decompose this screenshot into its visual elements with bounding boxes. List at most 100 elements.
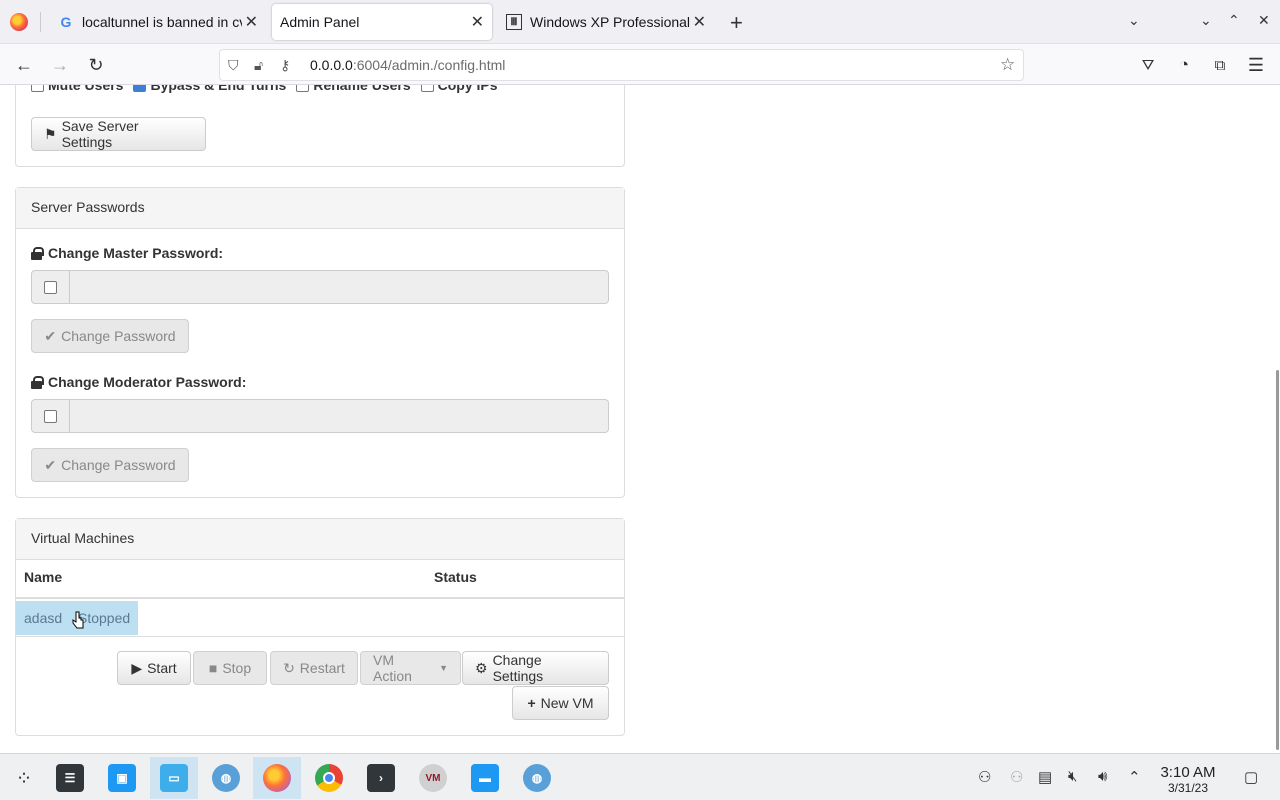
- app-launcher[interactable]: ⁘: [0, 757, 48, 799]
- panel-heading: Virtual Machines: [16, 519, 624, 560]
- rename-users-checkbox[interactable]: [296, 85, 310, 92]
- taskbar-chrome[interactable]: [305, 757, 353, 799]
- master-password-input[interactable]: [70, 270, 609, 304]
- close-tab-icon[interactable]: ✕: [471, 12, 484, 32]
- new-tab-button[interactable]: +: [730, 10, 743, 36]
- lock-icon: [31, 247, 44, 260]
- checkbox-label: Rename Users: [313, 85, 411, 93]
- button-label: VM Action: [373, 652, 412, 684]
- insecure-lock-icon[interactable]: 🔓︎: [254, 57, 263, 74]
- server-passwords-panel: Server Passwords Change Master Password:…: [15, 187, 625, 498]
- launcher-icon: ⁘: [15, 767, 33, 790]
- clock-time: 3:10 AM: [1160, 764, 1216, 781]
- globe-icon: ◍: [212, 764, 240, 792]
- button-label: Change Password: [61, 328, 176, 344]
- chrome-icon: [315, 764, 343, 792]
- restart-vm-button[interactable]: ↻ Restart: [270, 651, 358, 685]
- url-host: 0.0.0.0: [310, 57, 353, 73]
- moderator-password-addon: [31, 399, 70, 433]
- account-icon[interactable]: ◔: [1172, 53, 1196, 77]
- key-icon[interactable]: ⚷: [280, 57, 290, 74]
- stop-icon: ■: [208, 660, 218, 676]
- menu-icon[interactable]: ☰: [1244, 53, 1268, 77]
- moderator-password-input[interactable]: [70, 399, 609, 433]
- user-icon[interactable]: ⚇: [978, 768, 991, 786]
- page-scrollbar[interactable]: [1276, 370, 1279, 750]
- tab-title: localtunnel is banned in cv: [82, 14, 242, 30]
- stop-vm-button[interactable]: ■ Stop: [193, 651, 267, 685]
- moderator-password-checkbox[interactable]: [44, 409, 57, 423]
- master-password-addon: [31, 270, 70, 304]
- tab-localtunnel[interactable]: G localtunnel is banned in cv ✕: [50, 4, 266, 40]
- lock-icon: [31, 376, 44, 389]
- url-bar[interactable]: ⛉ 🔓︎ ⚷ 0.0.0.0:6004/admin./config.html ☆: [219, 49, 1024, 81]
- gear-icon: ⚙: [475, 659, 488, 676]
- clipboard-icon[interactable]: ▤: [1038, 768, 1052, 786]
- folder-icon: ▬: [471, 764, 499, 792]
- url-text[interactable]: 0.0.0.0:6004/admin./config.html: [310, 57, 505, 73]
- taskbar-vmware[interactable]: VM: [409, 757, 457, 799]
- taskbar-file-manager[interactable]: ▭: [150, 757, 198, 799]
- mute-users-checkbox[interactable]: [31, 85, 44, 92]
- close-tab-icon[interactable]: ✕: [245, 12, 258, 32]
- taskbar-firefox[interactable]: [253, 757, 301, 799]
- navigation-bar: ← → ↻ ⛉ 🔓︎ ⚷ 0.0.0.0:6004/admin./config.…: [0, 44, 1280, 85]
- globe-icon: ◍: [523, 764, 551, 792]
- firefox-view-icon[interactable]: [10, 13, 28, 31]
- maximize-icon[interactable]: ⌃: [1228, 12, 1240, 29]
- extensions-icon[interactable]: ⧉: [1208, 53, 1232, 77]
- taskbar-network[interactable]: ◍: [202, 757, 250, 799]
- bookmark-star-icon[interactable]: ☆: [1000, 55, 1015, 75]
- taskbar-folder[interactable]: ▬: [461, 757, 509, 799]
- taskbar-settings[interactable]: ☰: [46, 757, 94, 799]
- clock[interactable]: 3:10 AM 3/31/23: [1152, 764, 1224, 795]
- bypass-end-turns-checkbox[interactable]: [133, 85, 147, 92]
- user-switch-icon[interactable]: ⚇: [1010, 768, 1023, 786]
- table-row[interactable]: adasd Stopped: [16, 599, 624, 637]
- change-master-password-button[interactable]: ✔ Change Password: [31, 319, 189, 353]
- label-text: Change Master Password:: [48, 245, 224, 261]
- forward-icon[interactable]: →: [48, 53, 72, 77]
- start-vm-button[interactable]: ▶ Start: [117, 651, 191, 685]
- tab-separator: [40, 12, 41, 32]
- back-icon[interactable]: ←: [12, 53, 36, 77]
- rename-users-option[interactable]: Rename Users: [296, 85, 411, 93]
- taskbar-store[interactable]: ▣: [98, 757, 146, 799]
- minimize-icon[interactable]: ⌄: [1200, 12, 1212, 29]
- close-tab-icon[interactable]: ✕: [693, 12, 706, 32]
- master-password-checkbox[interactable]: [44, 280, 57, 294]
- list-all-tabs-icon[interactable]: ⌄: [1128, 12, 1140, 29]
- save-server-settings-button[interactable]: ⚑ Save Server Settings: [31, 117, 206, 151]
- vm-app-icon: VM: [419, 764, 447, 792]
- volume-icon[interactable]: 🔊︎: [1098, 768, 1107, 785]
- vm-name-cell[interactable]: adasd: [24, 610, 62, 626]
- tab-windows-xp[interactable]: Ⅲ Windows XP Professional ✕: [498, 4, 714, 40]
- checkbox-label: Bypass & End Turns: [150, 85, 287, 93]
- reload-icon[interactable]: ↻: [84, 53, 108, 77]
- terminal-icon: ›: [367, 764, 395, 792]
- taskbar-network-2[interactable]: ◍: [513, 757, 561, 799]
- pocket-icon[interactable]: ⛛: [1136, 53, 1160, 77]
- checkbox-label: Mute Users: [48, 85, 124, 93]
- change-moderator-password-button[interactable]: ✔ Change Password: [31, 448, 189, 482]
- url-path: :6004/admin./config.html: [352, 57, 506, 73]
- mute-icon[interactable]: 🔇︎: [1068, 768, 1077, 785]
- button-label: Save Server Settings: [61, 118, 139, 150]
- copy-ips-option[interactable]: Copy IPs: [420, 85, 498, 93]
- tray-expand-icon[interactable]: ⌃: [1128, 768, 1141, 786]
- mute-users-option[interactable]: Mute Users: [31, 85, 123, 93]
- new-vm-button[interactable]: + New VM: [512, 686, 609, 720]
- taskbar-terminal[interactable]: ›: [357, 757, 405, 799]
- google-icon: G: [60, 14, 72, 30]
- play-icon: ▶: [131, 659, 143, 676]
- close-window-icon[interactable]: ✕: [1258, 12, 1270, 29]
- bypass-end-turns-option[interactable]: Bypass & End Turns: [133, 85, 286, 93]
- vm-action-dropdown[interactable]: VM Action ▼: [360, 651, 461, 685]
- copy-ips-checkbox[interactable]: [420, 85, 434, 92]
- clock-date: 3/31/23: [1167, 781, 1209, 795]
- vm-status-cell[interactable]: Stopped: [78, 610, 130, 626]
- change-settings-button[interactable]: ⚙ Change Settings: [462, 651, 609, 685]
- shield-icon[interactable]: ⛉: [228, 57, 239, 74]
- show-desktop-icon[interactable]: ▢: [1244, 768, 1258, 786]
- tab-admin-panel[interactable]: Admin Panel ✕: [272, 4, 492, 40]
